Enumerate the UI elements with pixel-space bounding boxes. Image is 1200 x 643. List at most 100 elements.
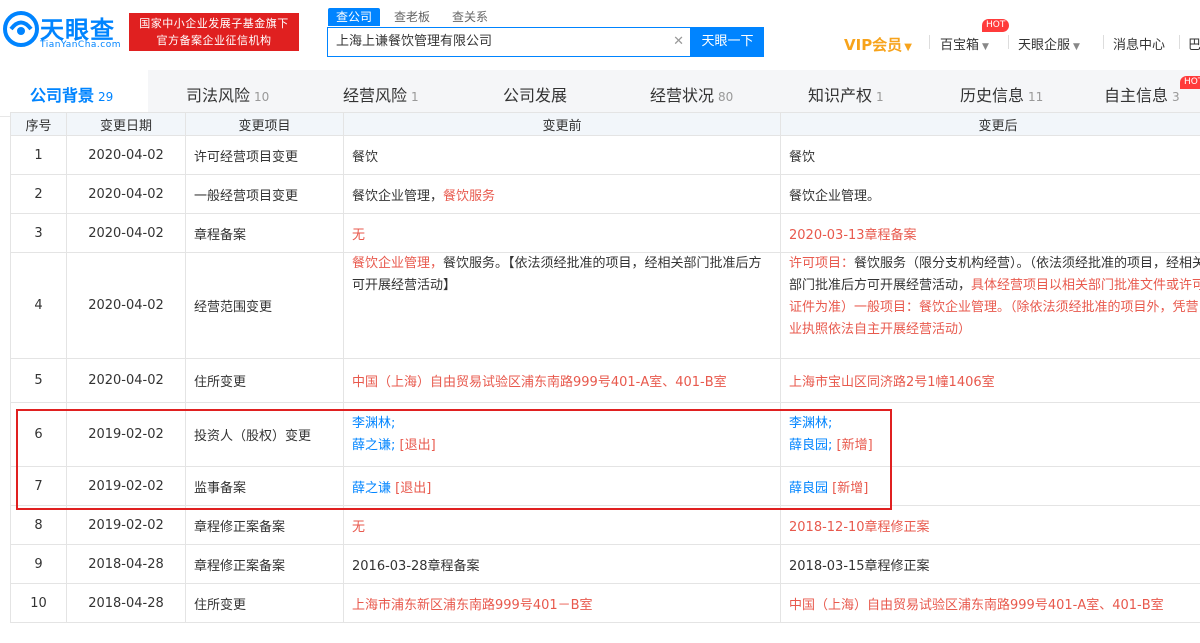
cell-before: 中国（上海）自由贸易试验区浦东南路999号401-A室、401-B室 xyxy=(343,358,781,403)
person-link[interactable]: 薛良园 xyxy=(789,481,828,496)
cell-date: 2019-02-02 xyxy=(66,505,186,545)
cell-after: 中国（上海）自由贸易试验区浦东南路999号401-A室、401-B室 xyxy=(780,583,1200,623)
cell-date: 2018-04-28 xyxy=(66,583,186,623)
cell-date: 2020-04-02 xyxy=(66,358,186,403)
cell-item: 章程备案 xyxy=(185,213,344,253)
cell-before: 上海市浦东新区浦东南路999号401－B室 xyxy=(343,583,781,623)
nav-enterprise-service[interactable]: 天眼企服 ▼ xyxy=(1018,34,1080,53)
cell-before: 无 xyxy=(343,505,781,545)
text-added: 许可项目： xyxy=(789,256,855,271)
nav-more[interactable]: 巴 xyxy=(1188,34,1200,53)
cell-after: 餐饮 xyxy=(780,135,1200,175)
table-row: 6 2019-02-02 投资人（股权）变更 李渊林; 薛之谦; [退出] 李渊… xyxy=(10,402,1200,467)
cell-no: 10 xyxy=(10,583,67,623)
divider xyxy=(1103,35,1104,49)
banner-line-1: 国家中小企业发展子基金旗下 xyxy=(139,17,289,30)
table-row: 3 2020-04-02 章程备案 无 2020-03-13章程备案 xyxy=(10,213,1200,253)
cell-after: 2020-03-13章程备案 xyxy=(780,213,1200,253)
table-row: 5 2020-04-02 住所变更 中国（上海）自由贸易试验区浦东南路999号4… xyxy=(10,358,1200,403)
col-header-no: 序号 xyxy=(10,112,67,136)
official-banner: 国家中小企业发展子基金旗下 官方备案企业征信机构 xyxy=(129,13,299,51)
col-header-date: 变更日期 xyxy=(66,112,186,136)
tab-label: 司法风险 xyxy=(186,86,251,105)
search-button[interactable]: 天眼一下 xyxy=(691,27,764,57)
vip-member-link[interactable]: VIP会员 ▼ xyxy=(844,34,912,55)
cell-no: 4 xyxy=(10,252,67,359)
col-header-after: 变更后 xyxy=(780,112,1200,136)
cell-item: 住所变更 xyxy=(185,358,344,403)
tab-label: 公司发展 xyxy=(503,86,568,105)
tab-judicial-risk[interactable]: 司法风险 10 xyxy=(186,82,269,106)
table-row: 7 2019-02-02 监事备案 薛之谦 [退出] 薛良园 [新增] xyxy=(10,466,1200,506)
cell-item: 许可经营项目变更 xyxy=(185,135,344,175)
cell-after: 餐饮企业管理。 xyxy=(780,174,1200,214)
cell-date: 2020-04-02 xyxy=(66,135,186,175)
cell-date: 2020-04-02 xyxy=(66,252,186,359)
person-link[interactable]: 薛之谦; xyxy=(352,438,395,453)
cell-before: 餐饮 xyxy=(343,135,781,175)
text-plain: 餐饮企业管理， xyxy=(352,188,444,204)
logo-icon[interactable] xyxy=(2,8,40,50)
cell-date: 2019-02-02 xyxy=(66,466,186,506)
table-header-row: 序号 变更日期 变更项目 变更前 变更后 xyxy=(10,112,1200,136)
cell-after: 上海市宝山区同济路2号1幢1406室 xyxy=(780,358,1200,403)
tab-label: 历史信息 xyxy=(960,86,1025,105)
cell-item: 监事备案 xyxy=(185,466,344,506)
cell-item: 章程修正案备案 xyxy=(185,544,344,584)
search-input[interactable] xyxy=(336,28,656,56)
tab-search-company[interactable]: 查公司 xyxy=(328,8,381,26)
tab-label: 经营风险 xyxy=(343,86,408,105)
hot-badge: HOT xyxy=(982,19,1010,32)
tab-count: 29 xyxy=(98,90,114,104)
cell-before: 2016-03-28章程备案 xyxy=(343,544,781,584)
logo-url: TianYanCha.com xyxy=(40,40,122,50)
person-link[interactable]: 李渊林; xyxy=(352,416,395,431)
tab-search-relation[interactable]: 查关系 xyxy=(444,8,496,26)
tab-company-background[interactable]: 公司背景 29 xyxy=(30,82,113,106)
person-link[interactable]: 薛良园; xyxy=(789,438,832,453)
chevron-down-icon: ▼ xyxy=(904,42,912,53)
cell-no: 9 xyxy=(10,544,67,584)
hot-badge: HOT xyxy=(1180,76,1200,89)
cell-before: 薛之谦 [退出] xyxy=(343,466,781,506)
cell-item: 投资人（股权）变更 xyxy=(185,402,344,467)
tab-search-boss[interactable]: 查老板 xyxy=(386,8,438,26)
change-record-table: 序号 变更日期 变更项目 变更前 变更后 1 2020-04-02 许可经营项目… xyxy=(10,112,1200,623)
cell-before: 餐饮企业管理，餐饮服务。【依法须经批准的项目，经相关部门批准后方可开展经营活动】 xyxy=(343,252,781,359)
tab-count: 10 xyxy=(254,90,270,104)
cell-no: 2 xyxy=(10,174,67,214)
status-tag-exit: [退出] xyxy=(395,480,432,496)
tab-intellectual-property[interactable]: 知识产权 1 xyxy=(808,82,884,106)
tab-history-info[interactable]: 历史信息 11 xyxy=(960,82,1043,106)
tab-operating-status[interactable]: 经营状况 80 xyxy=(650,82,733,106)
col-header-item: 变更项目 xyxy=(185,112,344,136)
clear-icon[interactable]: ✕ xyxy=(673,34,684,49)
tab-operating-risk[interactable]: 经营风险 1 xyxy=(343,82,419,106)
tab-self-info[interactable]: 自主信息 3 xyxy=(1104,82,1180,106)
cell-after: 2018-12-10章程修正案 xyxy=(780,505,1200,545)
chevron-down-icon: ▼ xyxy=(982,42,989,52)
divider xyxy=(1008,35,1009,49)
status-tag-exit: [退出] xyxy=(399,437,436,453)
cell-item: 经营范围变更 xyxy=(185,252,344,359)
text-removed: 餐饮服务 xyxy=(443,188,496,204)
cell-no: 8 xyxy=(10,505,67,545)
cell-before: 李渊林; 薛之谦; [退出] xyxy=(343,402,781,467)
cell-item: 住所变更 xyxy=(185,583,344,623)
nav-treasure-box[interactable]: 百宝箱 ▼ xyxy=(940,34,989,53)
cell-no: 3 xyxy=(10,213,67,253)
tab-count: 80 xyxy=(718,90,734,104)
tab-label: 经营状况 xyxy=(650,86,715,105)
table-row: 9 2018-04-28 章程修正案备案 2016-03-28章程备案 2018… xyxy=(10,544,1200,584)
nav-message-center[interactable]: 消息中心 xyxy=(1113,34,1165,53)
person-link[interactable]: 薛之谦 xyxy=(352,481,391,496)
cell-date: 2019-02-02 xyxy=(66,402,186,467)
top-header: 天眼查 TianYanCha.com 国家中小企业发展子基金旗下 官方备案企业征… xyxy=(0,0,1200,70)
cell-no: 7 xyxy=(10,466,67,506)
tab-label: 知识产权 xyxy=(808,86,873,105)
tab-company-development[interactable]: 公司发展 xyxy=(503,82,567,106)
divider xyxy=(1179,35,1180,49)
table-row: 8 2019-02-02 章程修正案备案 无 2018-12-10章程修正案 xyxy=(10,505,1200,545)
text-removed: 餐饮企业管理， xyxy=(352,256,444,271)
person-link[interactable]: 李渊林; xyxy=(789,416,832,431)
